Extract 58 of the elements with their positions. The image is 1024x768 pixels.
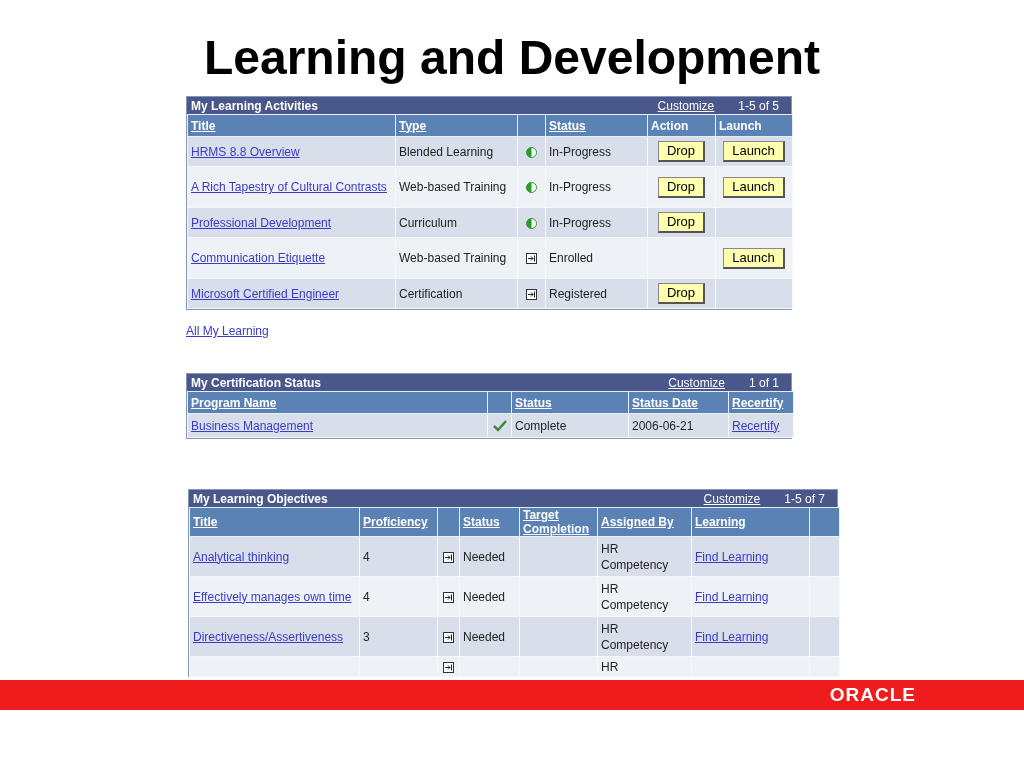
arrow-in-box-icon	[443, 661, 454, 673]
activity-type: Blended Learning	[399, 144, 494, 159]
column-header[interactable]: Title	[193, 515, 218, 529]
grid-title: My Learning Activities	[191, 97, 318, 115]
drop-button[interactable]: Drop	[657, 212, 706, 233]
activity-type: Certification	[399, 286, 463, 301]
checkmark-icon	[492, 420, 507, 433]
activity-status: In-Progress	[549, 180, 612, 194]
column-header[interactable]: Type	[399, 118, 427, 133]
customize-link[interactable]: Customize	[703, 489, 761, 508]
oracle-logo: ORACLE	[829, 682, 916, 707]
proficiency-value: 4	[363, 549, 370, 564]
half-circle-icon	[526, 182, 537, 194]
activity-status: Enrolled	[549, 251, 594, 265]
arrow-in-box-icon	[443, 631, 454, 643]
objective-status: Needed	[463, 589, 506, 604]
half-circle-icon	[526, 146, 537, 158]
drop-button[interactable]: Drop	[657, 141, 706, 162]
activity-status: In-Progress	[549, 215, 612, 230]
assigned-by: HR Competency	[601, 621, 669, 652]
activity-type: Web-based Training	[399, 251, 507, 265]
drop-button[interactable]: Drop	[657, 176, 706, 198]
certification-status: Complete	[515, 418, 567, 433]
column-header[interactable]: Title	[191, 118, 216, 133]
assigned-by: HR Competency	[601, 581, 669, 612]
drop-button[interactable]: Drop	[657, 283, 706, 304]
half-circle-icon	[526, 217, 537, 229]
customize-link[interactable]: Customize	[668, 373, 725, 392]
status-date: 2006-06-21	[632, 418, 694, 433]
row-count: 1-5 of 5	[738, 97, 779, 115]
launch-button[interactable]: Launch	[723, 247, 785, 269]
slide-title: Learning and Development	[202, 30, 822, 86]
assigned-by: HR Competency	[601, 541, 669, 572]
column-header: Action	[651, 118, 689, 133]
activity-status: Registered	[549, 286, 608, 301]
column-header[interactable]: Learning	[695, 515, 746, 529]
proficiency-value: 4	[363, 589, 370, 604]
arrow-in-box-icon	[443, 591, 454, 603]
arrow-in-box-icon	[443, 551, 454, 563]
proficiency-value: 3	[363, 629, 370, 644]
all-my-learning-link[interactable]: All My Learning	[186, 322, 269, 340]
customize-link[interactable]: Customize	[657, 96, 715, 115]
objective-status: Needed	[463, 549, 506, 564]
activity-type: Curriculum	[399, 215, 457, 230]
column-header: Launch	[719, 118, 762, 133]
launch-button[interactable]: Launch	[723, 141, 785, 162]
arrow-in-box-icon	[526, 253, 537, 265]
launch-button[interactable]: Launch	[723, 176, 785, 198]
assigned-by: HR	[601, 659, 619, 674]
row-count: 1 of 1	[748, 374, 779, 392]
activity-status: In-Progress	[549, 144, 612, 159]
activity-type: Web-based Training	[399, 180, 507, 194]
arrow-in-box-icon	[526, 288, 537, 300]
row-count: 1-5 of 7	[784, 490, 825, 508]
grid-title: My Learning Objectives	[193, 490, 328, 508]
objective-status: Needed	[463, 629, 506, 644]
grid-title: My Certification Status	[191, 374, 322, 392]
column-header[interactable]: Program Name	[191, 395, 277, 410]
